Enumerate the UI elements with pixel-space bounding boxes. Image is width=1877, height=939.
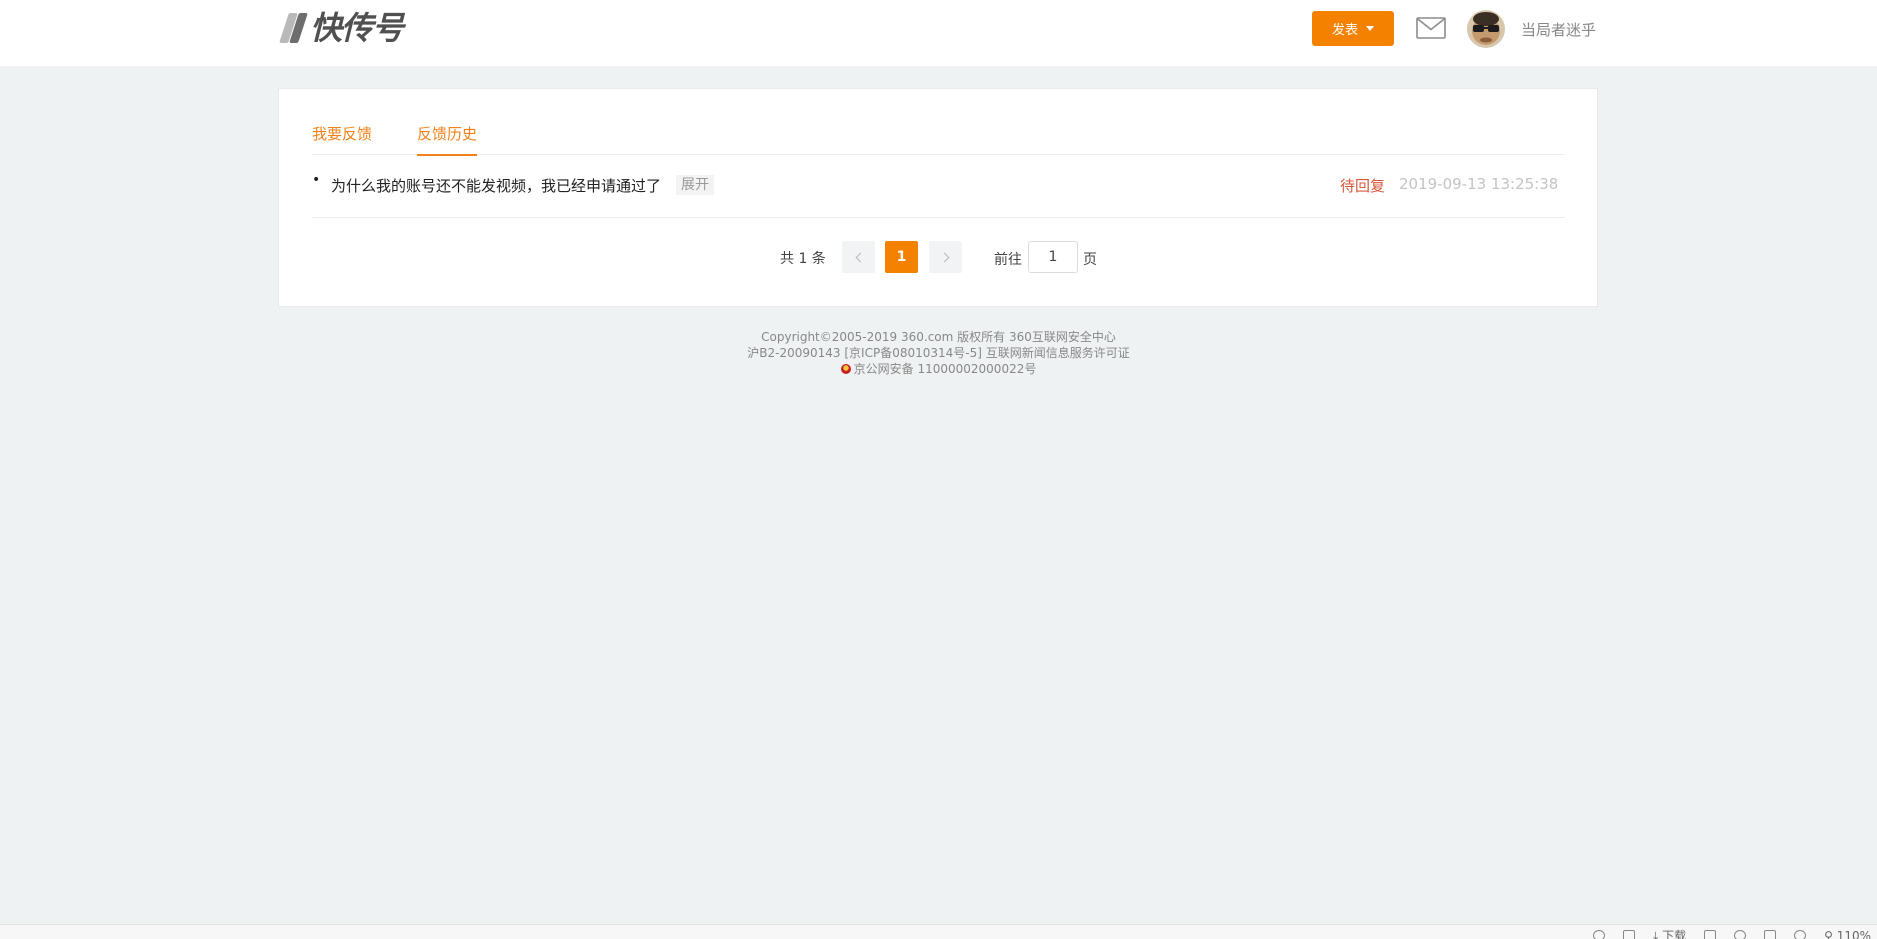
top-header: 快传号 发表 当局者迷乎	[0, 0, 1877, 66]
goto-page-input[interactable]	[1028, 241, 1078, 273]
footer-icp[interactable]: 沪B2-20090143 [京ICP备08010314号-5] 互联网新闻信息服…	[0, 345, 1877, 361]
expand-button[interactable]: 展开	[676, 175, 714, 195]
zoom-control[interactable]: ⚲ 110%	[1824, 929, 1871, 939]
list-item: • 为什么我的账号还不能发视频，我已经申请通过了 展开 待回复 2019-09-…	[312, 156, 1565, 218]
caret-down-icon	[1366, 26, 1374, 31]
zoom-level: 110%	[1836, 928, 1871, 939]
download-button[interactable]: ⤓ 下载	[1653, 927, 1686, 939]
feedback-title: 为什么我的账号还不能发视频，我已经申请通过了	[331, 177, 662, 195]
mail-icon[interactable]	[1416, 17, 1446, 39]
refresh-icon[interactable]	[1734, 930, 1747, 939]
goto-label: 前往	[994, 252, 1022, 268]
window-icon[interactable]	[1704, 930, 1717, 939]
avatar[interactable]	[1467, 10, 1505, 48]
pager-total: 共 1 条	[780, 251, 826, 267]
speed-icon[interactable]	[1592, 930, 1605, 939]
next-page-button[interactable]	[929, 241, 962, 273]
tab-feedback-history[interactable]: 反馈历史	[417, 123, 478, 156]
rocket-icon[interactable]	[1622, 930, 1635, 939]
prev-page-button[interactable]	[842, 241, 875, 273]
logo-text: 快传号	[310, 9, 404, 47]
footer: Copyright©2005-2019 360.com 版权所有 360互联网安…	[0, 329, 1877, 377]
logo[interactable]: 快传号	[278, 6, 404, 47]
username[interactable]: 当局者迷乎	[1521, 19, 1596, 40]
status-badge: 待回复	[1340, 177, 1386, 195]
goto-suffix: 页	[1083, 252, 1097, 268]
publish-button[interactable]: 发表	[1312, 11, 1394, 46]
publish-label: 发表	[1331, 23, 1358, 38]
list-bullet: •	[312, 172, 321, 188]
tab-submit-feedback[interactable]: 我要反馈	[312, 123, 372, 154]
feedback-timestamp: 2019-09-13 13:25:38	[1399, 175, 1559, 193]
screen-icon[interactable]	[1764, 930, 1777, 939]
logo-mark-icon	[278, 9, 308, 43]
feedback-card: 我要反馈 反馈历史 • 为什么我的账号还不能发视频，我已经申请通过了 展开 待回…	[278, 88, 1598, 307]
footer-police-record[interactable]: 京公网安备 11000002000022号	[0, 361, 1877, 377]
sound-icon[interactable]	[1794, 930, 1807, 939]
download-label: 下载	[1662, 929, 1687, 939]
police-emblem-icon	[840, 364, 851, 374]
chevron-left-icon	[855, 252, 865, 262]
browser-status-bar: ⤓ 下载 ⚲ 110%	[0, 924, 1877, 939]
page-number-button[interactable]: 1	[885, 241, 918, 273]
tab-bar: 我要反馈 反馈历史	[312, 89, 1565, 156]
chevron-right-icon	[939, 252, 949, 262]
footer-copyright: Copyright©2005-2019 360.com 版权所有 360互联网安…	[761, 330, 1116, 344]
footer-police-text: 京公网安备 11000002000022号	[853, 362, 1037, 376]
